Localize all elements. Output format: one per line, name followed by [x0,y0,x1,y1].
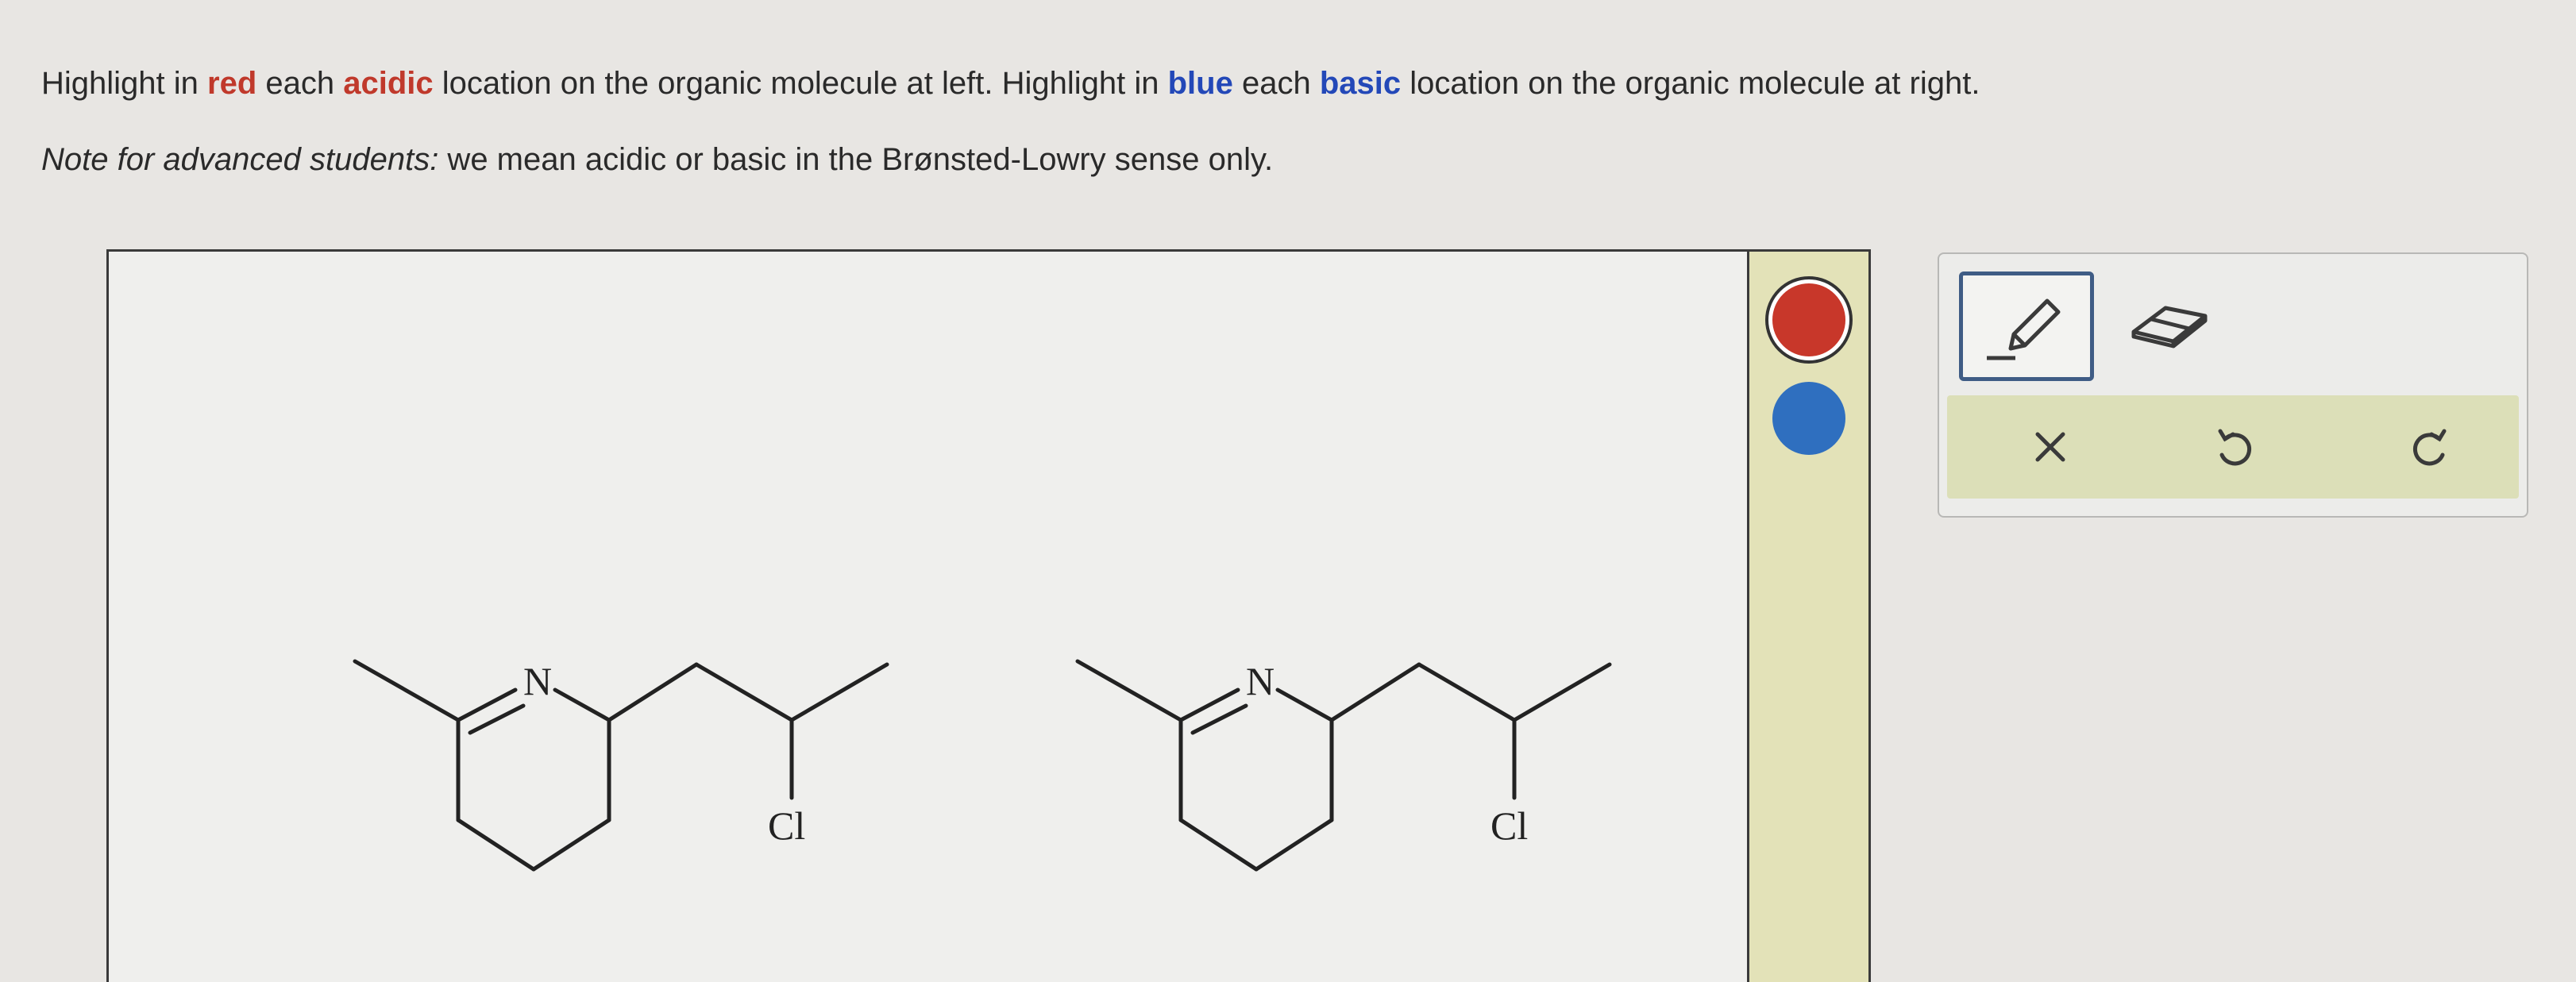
redo-button[interactable] [2392,411,2471,483]
eraser-icon [2131,306,2208,349]
n-c-bond[interactable] [1275,687,1334,722]
molecule-left[interactable]: N Cl [347,617,966,966]
advanced-note-text: we mean acidic or basic in the Brønsted-… [438,142,1274,177]
undo-icon [2218,429,2252,466]
methyl-bond[interactable] [789,662,889,722]
acidic-word: acidic [343,66,434,101]
side-chain-bond[interactable] [607,662,699,722]
instruction-text: location on the organic molecule at righ… [1401,66,1980,101]
undo-button[interactable] [2193,411,2273,483]
blue-word: blue [1167,66,1233,101]
methyl-bond[interactable] [1075,659,1183,722]
molecule-right-structure[interactable]: N Cl [1070,617,1689,966]
eraser-tool-button[interactable] [2122,286,2217,365]
side-chain-bond[interactable] [1329,662,1421,722]
clear-icon [2035,432,2065,462]
side-chain-bond[interactable] [694,662,794,722]
toolbox [1938,252,2528,518]
nitrogen-atom[interactable]: N [1246,659,1275,703]
redo-icon [2412,429,2447,466]
question-instructions: Highlight in red each acidic location on… [41,64,2551,179]
red-word: red [207,66,257,101]
advanced-note-label: Note for advanced students: [41,142,439,177]
side-chain-bond[interactable] [1417,662,1517,722]
clear-button[interactable] [2011,411,2090,483]
instruction-text: Highlight in [41,66,208,101]
basic-word: basic [1319,66,1402,101]
methyl-bond[interactable] [353,659,461,722]
ring-bond[interactable] [1178,818,1259,872]
n-c-bond[interactable] [553,687,611,722]
color-palette [1747,249,1871,982]
blue-color-swatch[interactable] [1772,382,1845,455]
ring-bond[interactable] [531,818,611,872]
ring-bond[interactable] [1254,818,1334,872]
chlorine-atom[interactable]: Cl [1490,803,1528,848]
drawing-canvas[interactable]: N Cl N Cl [106,249,1779,982]
molecule-left-structure[interactable]: N Cl [347,617,966,966]
instruction-text: each [256,66,344,101]
action-bar [1947,395,2519,499]
nitrogen-atom[interactable]: N [523,659,552,703]
molecule-right[interactable]: N Cl [1070,617,1689,966]
methyl-bond[interactable] [1512,662,1612,722]
pencil-icon [1987,298,2061,360]
instruction-line-2: Note for advanced students: we mean acid… [41,140,2551,179]
red-color-swatch[interactable] [1772,283,1845,356]
chlorine-atom[interactable]: Cl [768,803,805,848]
pencil-tool-button[interactable] [1959,271,2094,381]
ring-bond[interactable] [456,818,536,872]
instruction-text: location on the organic molecule at left… [433,66,1168,101]
instruction-text: each [1232,66,1320,101]
instruction-line-1: Highlight in red each acidic location on… [41,64,2551,103]
